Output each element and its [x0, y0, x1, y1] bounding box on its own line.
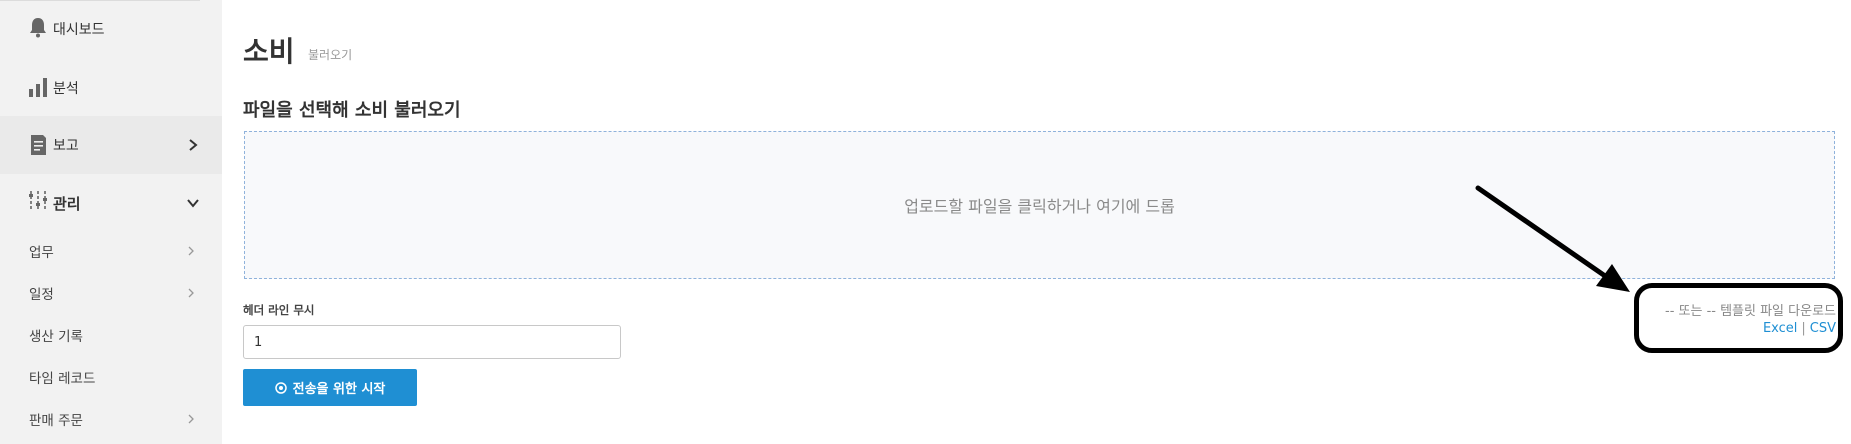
sidebar-subitem-schedule[interactable]: 일정 — [0, 272, 222, 314]
sidebar-subitem-sales-order[interactable]: 판매 주문 — [0, 398, 222, 440]
sidebar: 대시보드 분석 보고 관리 업무 일정 생산 기록 타임 레코드 판매 주문 — [0, 0, 222, 444]
chevron-right-icon — [188, 288, 194, 298]
template-download-text: -- 또는 -- 템플릿 파일 다운로드 — [1665, 304, 1836, 319]
link-separator: | — [1801, 321, 1806, 336]
chevron-down-icon — [187, 199, 199, 208]
sidebar-item-label: 분석 — [53, 81, 79, 97]
sidebar-subitem-label: 판매 주문 — [29, 413, 83, 429]
chevron-right-icon — [188, 246, 194, 256]
section-title: 파일을 선택해 소비 불러오기 — [243, 100, 461, 121]
start-upload-button[interactable]: 전송을 위한 시작 — [243, 369, 417, 406]
sidebar-subitem-time-record[interactable]: 타임 레코드 — [0, 356, 222, 398]
play-circle-icon — [274, 381, 287, 394]
bar-chart-icon — [29, 78, 47, 97]
annotation-arrow — [1475, 185, 1630, 292]
template-links: Excel | CSV — [1763, 321, 1836, 336]
header-lines-label: 헤더 라인 무시 — [243, 303, 315, 317]
sidebar-subitem-label: 업무 — [29, 245, 54, 261]
sidebar-subitem-label: 생산 기록 — [29, 329, 83, 345]
excel-template-link[interactable]: Excel — [1763, 321, 1797, 336]
header-lines-input[interactable] — [243, 325, 621, 359]
page-title: 소비 — [243, 35, 295, 68]
document-icon — [31, 135, 46, 155]
bell-icon — [30, 18, 46, 38]
sidebar-item-label: 관리 — [53, 195, 81, 213]
page-subtitle: 불러오기 — [308, 48, 353, 62]
sidebar-subitem-label: 타임 레코드 — [29, 371, 96, 387]
sidebar-subitem-production-record[interactable]: 생산 기록 — [0, 314, 222, 356]
sidebar-item-report[interactable]: 보고 — [0, 116, 222, 174]
chevron-right-icon — [189, 139, 198, 151]
sidebar-subitem-label: 일정 — [29, 287, 54, 303]
sidebar-subitem-task[interactable]: 업무 — [0, 230, 222, 272]
sidebar-item-label: 보고 — [53, 138, 79, 154]
sidebar-item-analysis[interactable]: 분석 — [0, 58, 222, 116]
start-upload-button-label: 전송을 위한 시작 — [292, 382, 386, 397]
sidebar-item-dashboard[interactable]: 대시보드 — [0, 0, 222, 58]
sidebar-item-label: 대시보드 — [53, 22, 105, 38]
csv-template-link[interactable]: CSV — [1810, 321, 1836, 336]
sliders-icon — [29, 191, 47, 211]
chevron-right-icon — [188, 414, 194, 424]
sidebar-item-manage[interactable]: 관리 — [0, 174, 222, 232]
